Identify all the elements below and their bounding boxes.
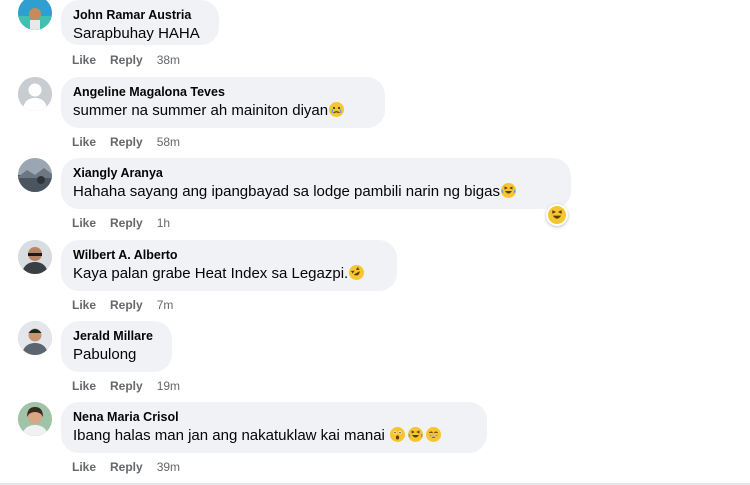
comment-text: Pabulong [73,346,137,363]
reply-button[interactable]: Reply [110,135,143,149]
laughing-tears-emoji-icon [408,427,424,442]
astonished-face-emoji-icon [390,427,406,442]
comment-author[interactable]: Nena Maria Crisol [73,409,475,425]
avatar[interactable] [18,77,52,111]
comment-timestamp[interactable]: 39m [157,460,180,474]
portrait-photo-avatar-icon [18,402,52,436]
comment-timestamp[interactable]: 19m [157,379,180,393]
landscape-photo-avatar-icon [18,158,52,192]
haha-reaction-icon[interactable] [546,204,568,226]
comment-actions: Like Reply 58m [72,135,194,149]
avatar[interactable] [18,402,52,436]
like-button[interactable]: Like [72,460,96,474]
comment-text-content: Ibang halas man jan ang nakatuklaw kai m… [73,427,390,444]
reply-button[interactable]: Reply [110,53,143,67]
comment-bubble: Nena Maria Crisol Ibang halas man jan an… [61,402,487,453]
like-button[interactable]: Like [72,53,96,67]
comment-bubble: Wilbert A. Alberto Kaya palan grabe Heat… [61,240,397,291]
grinning-face-emoji-icon [426,427,442,442]
comment-actions: Like Reply 38m [72,53,194,67]
like-button[interactable]: Like [72,135,96,149]
reply-button[interactable]: Reply [110,216,143,230]
rolling-laughing-emoji-icon [349,265,365,280]
portrait-photo-avatar-icon [18,240,52,274]
avatar[interactable] [18,158,52,192]
comment-timestamp[interactable]: 1h [157,216,170,230]
comment-timestamp[interactable]: 38m [157,53,180,67]
comment-bubble: Xiangly Aranya Hahaha sayang ang ipangba… [61,158,571,209]
comment-text-content: Hahaha sayang ang ipangbayad sa lodge pa… [73,183,500,200]
comment-text: Sarapbuhay HAHA [73,25,200,42]
reply-button[interactable]: Reply [110,379,143,393]
comment-timestamp[interactable]: 7m [157,298,174,312]
like-button[interactable]: Like [72,298,96,312]
comment-text: Kaya palan grabe Heat Index sa Legazpi. [73,264,385,284]
avatar[interactable] [18,240,52,274]
portrait-photo-avatar-icon [18,321,52,355]
comment-actions: Like Reply 7m [72,298,187,312]
comment-actions: Like Reply 39m [72,460,194,474]
comment-actions: Like Reply 1h [72,216,184,230]
comment-text-content: summer na summer ah mainiton diyan [73,102,329,119]
comment-actions: Like Reply 19m [72,379,194,393]
comment-author[interactable]: Angeline Magalona Teves [73,84,373,100]
comment-author[interactable]: Wilbert A. Alberto [73,247,385,263]
laughing-tears-emoji-icon [500,183,516,198]
avatar[interactable] [18,0,52,30]
comment-bubble: Jerald Millare Pabulong [61,321,172,372]
comment-text-content: Kaya palan grabe Heat Index sa Legazpi. [73,265,349,282]
reply-button[interactable]: Reply [110,298,143,312]
reply-button[interactable]: Reply [110,460,143,474]
comment-list: John Ramar Austria Sarapbuhay HAHA Like R… [0,0,750,485]
comment-author[interactable]: Xiangly Aranya [73,165,559,181]
comment-author[interactable]: John Ramar Austria [73,7,207,23]
like-button[interactable]: Like [72,379,96,393]
default-person-avatar-icon [18,77,52,111]
beach-photo-avatar-icon [18,0,52,30]
comment-text: Hahaha sayang ang ipangbayad sa lodge pa… [73,182,559,202]
comment-text: Ibang halas man jan ang nakatuklaw kai m… [73,426,475,446]
comment-timestamp[interactable]: 58m [157,135,180,149]
comment-author[interactable]: Jerald Millare [73,328,160,344]
comment-bubble: John Ramar Austria Sarapbuhay HAHA [61,0,219,45]
comment-bubble: Angeline Magalona Teves summer na summer… [61,77,385,128]
crying-face-emoji-icon [329,102,345,117]
comment-text: summer na summer ah mainiton diyan [73,101,373,121]
avatar[interactable] [18,321,52,355]
like-button[interactable]: Like [72,216,96,230]
